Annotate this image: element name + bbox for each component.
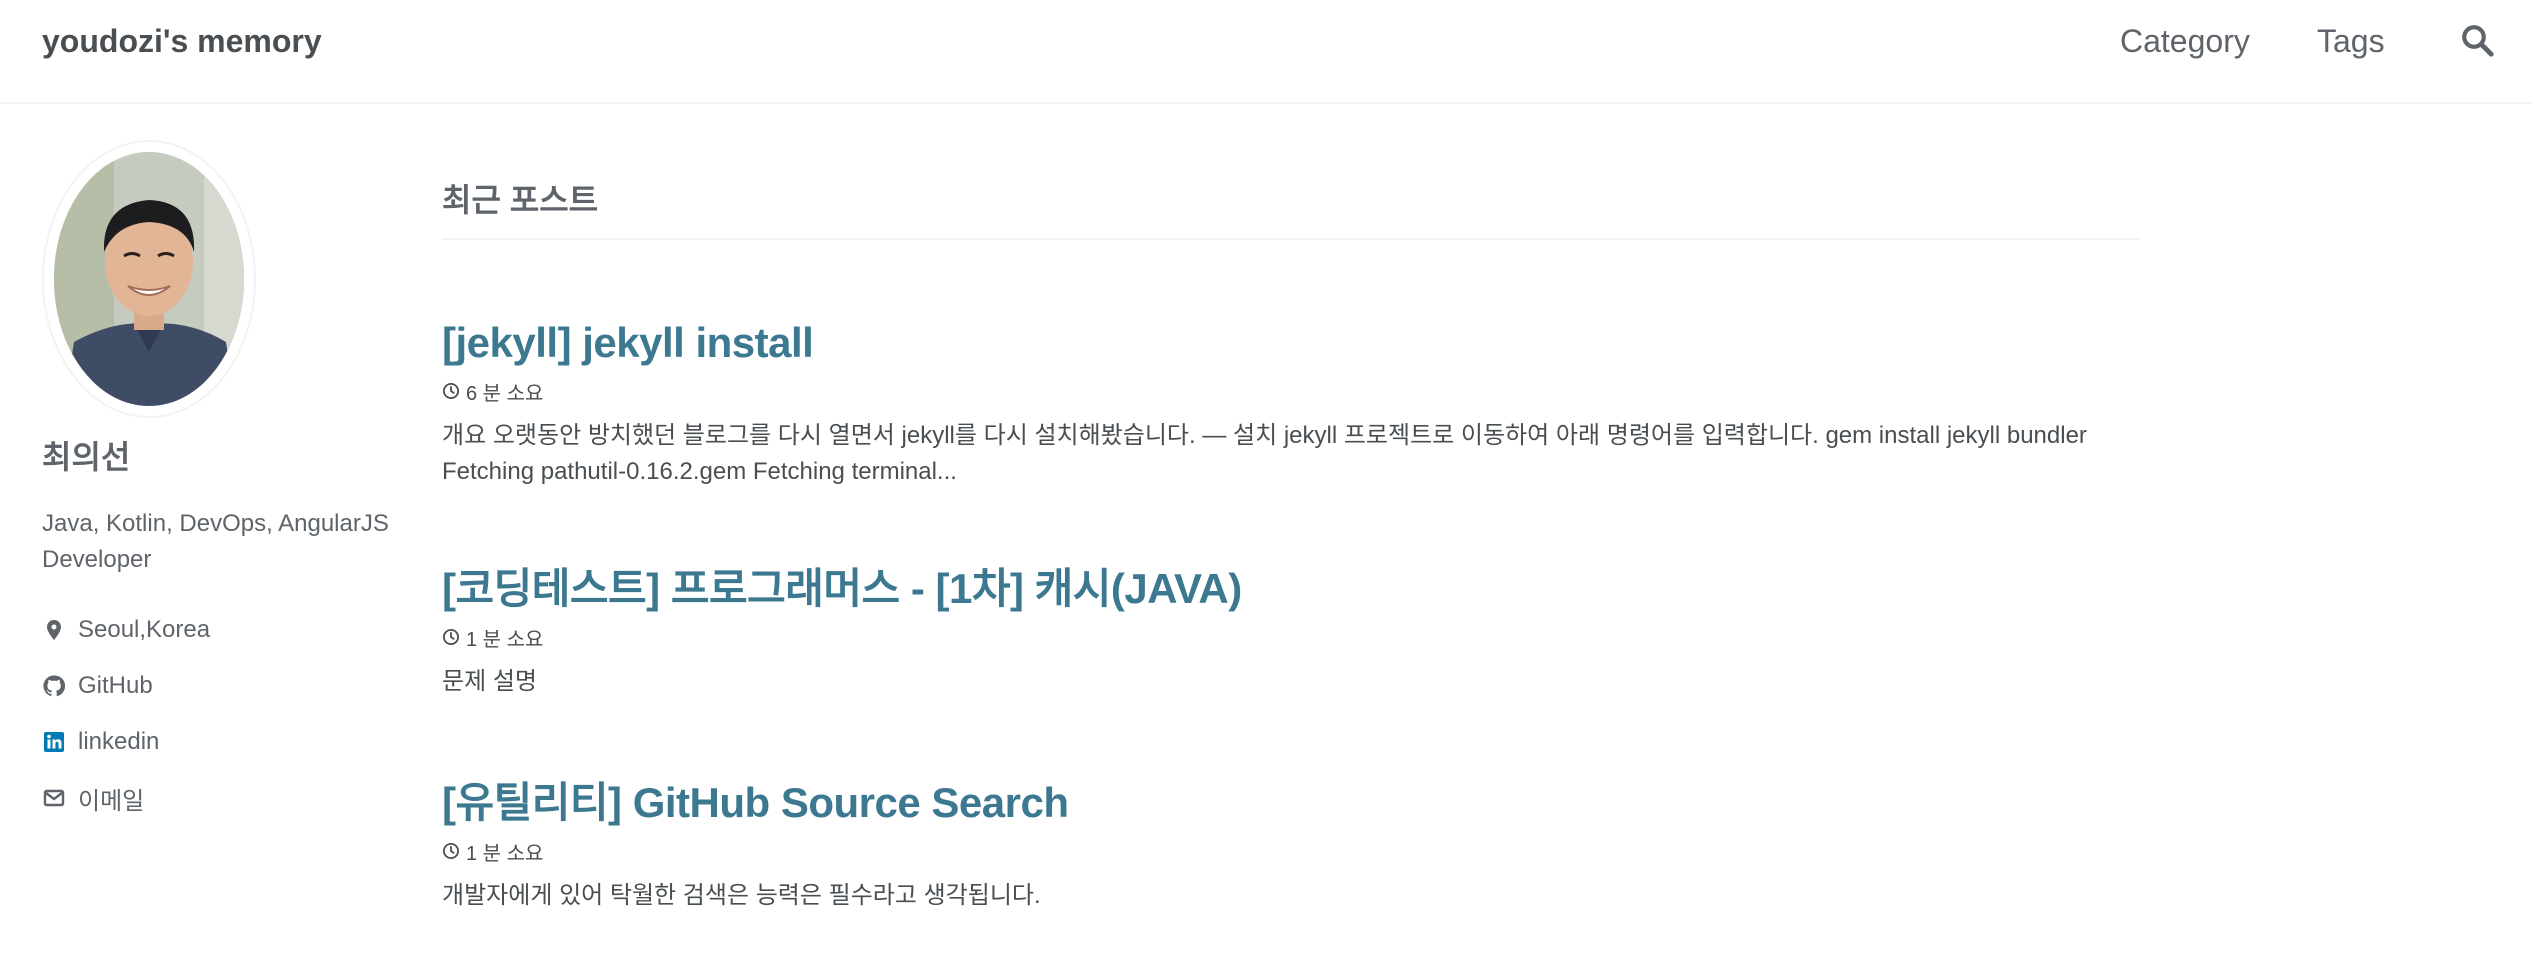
location-label: Seoul,Korea xyxy=(78,616,211,643)
post-item: [유틸리티] GitHub Source Search 1 분 소요 개발자에게… xyxy=(442,776,2140,914)
post-excerpt: 문제 설명 xyxy=(442,668,537,695)
nav-tags-link[interactable]: Tags xyxy=(2317,20,2385,62)
author-location: Seoul,Korea xyxy=(42,602,412,658)
post-excerpt: 개발자에게 있어 탁월한 검색은 능력은 필수라고 생각됩니다. xyxy=(442,882,1041,909)
post-title-link[interactable]: [유틸리티] GitHub Source Search xyxy=(442,776,2140,830)
post-title-link[interactable]: [jekyll] jekyll install xyxy=(442,316,2140,370)
post-item: [코딩테스트] 프로그래머스 - [1차] 캐시(JAVA) 1 분 소요 문제… xyxy=(442,562,2140,700)
author-links-list: Seoul,Korea GitHub linkedin 이메일 xyxy=(42,602,412,826)
map-marker-icon xyxy=(47,620,61,640)
nav-category-link[interactable]: Category xyxy=(2120,20,2250,62)
search-icon xyxy=(2462,24,2494,57)
main-content: 최근 포스트 [jekyll] jekyll install 6 분 소요 개요… xyxy=(442,176,2140,909)
author-name: 최의선 xyxy=(42,439,131,475)
post-item: [jekyll] jekyll install 6 분 소요 개요 오랫동안 방… xyxy=(442,316,2140,490)
author-linkedin-link[interactable]: linkedin xyxy=(42,714,412,770)
read-time: 1 분 소요 xyxy=(442,624,2140,651)
archive-subtitle: 최근 포스트 xyxy=(442,176,2140,240)
read-time-label: 6 분 소요 xyxy=(466,382,544,405)
read-time-label: 1 분 소요 xyxy=(466,842,544,865)
search-button[interactable] xyxy=(2456,20,2498,62)
avatar-portrait-illustration xyxy=(54,152,244,406)
author-sidebar: 최의선 Java, Kotlin, DevOps, AngularJS Deve… xyxy=(42,140,412,842)
author-avatar xyxy=(42,140,256,418)
author-github-link[interactable]: GitHub xyxy=(42,658,412,714)
read-time-label: 1 분 소요 xyxy=(466,628,544,651)
avatar-photo xyxy=(54,152,244,406)
envelope-icon xyxy=(43,789,65,807)
clock-icon xyxy=(442,382,460,400)
email-label: 이메일 xyxy=(78,787,145,815)
read-time: 1 분 소요 xyxy=(442,838,2140,865)
post-excerpt: 개요 오랫동안 방치했던 블로그를 다시 열면서 jekyll를 다시 설치해봤… xyxy=(442,422,2087,485)
read-time: 6 분 소요 xyxy=(442,378,2140,405)
github-label: GitHub xyxy=(78,672,153,699)
clock-icon xyxy=(442,842,460,860)
author-email-link[interactable]: 이메일 xyxy=(42,770,412,826)
site-title-link[interactable]: youdozi's memory xyxy=(42,20,322,62)
clock-icon xyxy=(442,628,460,646)
linkedin-label: linkedin xyxy=(78,728,160,755)
masthead: youdozi's memory Category Tags xyxy=(0,0,2532,104)
post-title-link[interactable]: [코딩테스트] 프로그래머스 - [1차] 캐시(JAVA) xyxy=(442,562,2140,616)
linkedin-icon xyxy=(44,732,64,752)
author-bio: Java, Kotlin, DevOps, AngularJS Develope… xyxy=(42,510,389,573)
github-icon xyxy=(43,675,66,697)
